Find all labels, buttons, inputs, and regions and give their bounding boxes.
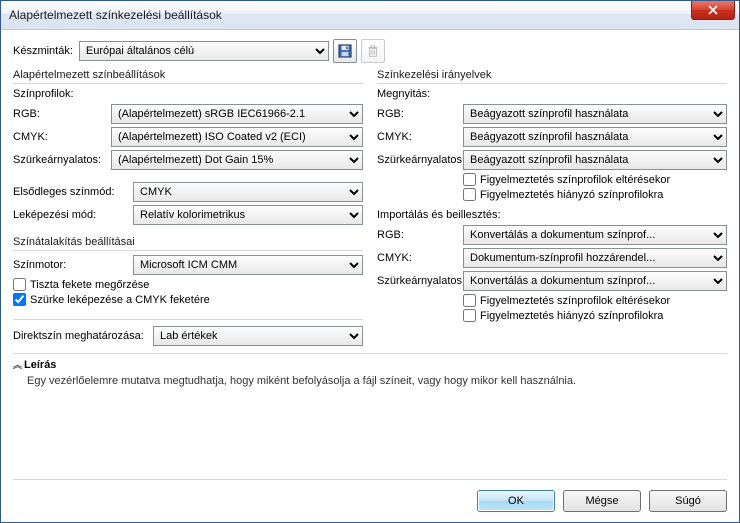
cmyk-label: CMYK: (377, 252, 463, 264)
open-gray-combo[interactable]: Beágyazott színprofil használata (463, 150, 727, 170)
rgb-label: RGB: (13, 108, 111, 120)
description-title: Leírás (24, 359, 56, 371)
rgb-label: RGB: (377, 229, 463, 241)
open-warn-missing-label: Figyelmeztetés hiányzó színprofilokra (480, 189, 663, 201)
open-gray-row: Szürkeárnyalatos: Beágyazott színprofil … (377, 150, 727, 170)
render-intent-combo[interactable]: Relatív kolorimetrikus (133, 205, 363, 225)
group-policies: Színkezelési irányelvek Megnyitás: RGB: … (377, 69, 727, 324)
dialog-content: Készminták: Európai általános célú Alapé… (1, 29, 739, 522)
cancel-button[interactable]: Mégse (563, 490, 641, 512)
chevron-up-icon: ︽ (13, 358, 20, 371)
render-label: Leképezési mód: (13, 209, 133, 221)
description-header[interactable]: ︽ Leírás (13, 358, 727, 371)
gray-profile-combo[interactable]: (Alapértelmezett) Dot Gain 15% (111, 150, 363, 170)
dialog-window: Alapértelmezett színkezelési beállítások… (0, 0, 740, 523)
imp-warn-mismatch-input[interactable] (463, 294, 476, 307)
floppy-icon (338, 44, 352, 58)
save-preset-button[interactable] (333, 39, 357, 63)
group-title: Alapértelmezett színbeállítások (13, 69, 363, 84)
right-column: Színkezelési irányelvek Megnyitás: RGB: … (377, 69, 727, 349)
open-rgb-combo[interactable]: Beágyazott színprofil használata (463, 104, 727, 124)
primary-mode-combo[interactable]: CMYK (133, 182, 363, 202)
map-gray-check[interactable]: Szürke leképezése a CMYK feketére (13, 293, 363, 306)
cmyk-profile-combo[interactable]: (Alapértelmezett) ISO Coated v2 (ECI) (111, 127, 363, 147)
columns: Alapértelmezett színbeállítások Színprof… (13, 69, 727, 349)
open-cmyk-row: CMYK: Beágyazott színprofil használata (377, 127, 727, 147)
imp-cmyk-row: CMYK: Dokumentum-színprofil hozzárendel.… (377, 248, 727, 268)
spot-combo[interactable]: Lab értékek (153, 326, 363, 346)
primary-mode-label: Elsődleges színmód: (13, 186, 133, 198)
open-warn-mismatch-input[interactable] (463, 173, 476, 186)
engine-label: Színmotor: (13, 259, 133, 271)
open-cmyk-combo[interactable]: Beágyazott színprofil használata (463, 127, 727, 147)
ok-button[interactable]: OK (477, 490, 555, 512)
rgb-label: RGB: (377, 108, 463, 120)
imp-warn-missing-label: Figyelmeztetés hiányzó színprofilokra (480, 310, 663, 322)
preset-combo[interactable]: Európai általános célú (79, 41, 329, 61)
imp-gray-row: Szürkeárnyalatos: Konvertálás a dokument… (377, 271, 727, 291)
imp-warn-missing-input[interactable] (463, 309, 476, 322)
window-title: Alapértelmezett színkezelési beállítások (1, 8, 222, 22)
delete-preset-button (361, 39, 385, 63)
open-rgb-row: RGB: Beágyazott színprofil használata (377, 104, 727, 124)
imp-warn-missing-check[interactable]: Figyelmeztetés hiányzó színprofilokra (463, 309, 727, 322)
open-warn-mismatch-label: Figyelmeztetés színprofilok eltérésekor (480, 174, 670, 186)
open-warn-missing-check[interactable]: Figyelmeztetés hiányzó színprofilokra (463, 188, 727, 201)
group-color-conversion: Színátalakítás beállításai Színmotor: Mi… (13, 236, 363, 308)
open-warn-missing-input[interactable] (463, 188, 476, 201)
left-column: Alapértelmezett színbeállítások Színprof… (13, 69, 363, 349)
open-warn-mismatch-check[interactable]: Figyelmeztetés színprofilok eltérésekor (463, 173, 727, 186)
spot-label: Direktszín meghatározása: (13, 330, 153, 342)
render-intent-row: Leképezési mód: Relatív kolorimetrikus (13, 205, 363, 225)
close-button[interactable] (691, 1, 735, 20)
titlebar: Alapértelmezett színkezelési beállítások (1, 1, 739, 30)
gray-label: Szürkeárnyalatos: (377, 154, 463, 166)
imp-warn-mismatch-label: Figyelmeztetés színprofilok eltérésekor (480, 295, 670, 307)
primary-mode-row: Elsődleges színmód: CMYK (13, 182, 363, 202)
map-gray-input[interactable] (13, 293, 26, 306)
rgb-profile-combo[interactable]: (Alapértelmezett) sRGB IEC61966-2.1 (111, 104, 363, 124)
map-gray-label: Szürke leképezése a CMYK feketére (30, 294, 210, 306)
import-head: Importálás és beillesztés: (377, 209, 727, 221)
rgb-profile-row: RGB: (Alapértelmezett) sRGB IEC61966-2.1 (13, 104, 363, 124)
imp-cmyk-combo[interactable]: Dokumentum-színprofil hozzárendel... (463, 248, 727, 268)
engine-combo[interactable]: Microsoft ICM CMM (133, 255, 363, 275)
trash-icon (366, 44, 380, 58)
help-button[interactable]: Súgó (649, 490, 727, 512)
preset-label: Készminták: (13, 45, 73, 57)
group-title: Színkezelési irányelvek (377, 69, 727, 84)
profiles-head: Színprofilok: (13, 88, 363, 100)
close-icon (708, 5, 718, 15)
preserve-black-input[interactable] (13, 278, 26, 291)
gray-label: Szürkeárnyalatos: (377, 275, 463, 287)
cmyk-profile-row: CMYK: (Alapértelmezett) ISO Coated v2 (E… (13, 127, 363, 147)
imp-gray-combo[interactable]: Konvertálás a dokumentum színprof... (463, 271, 727, 291)
imp-rgb-row: RGB: Konvertálás a dokumentum színprof..… (377, 225, 727, 245)
gray-label: Szürkeárnyalatos: (13, 154, 111, 166)
group-title: Színátalakítás beállításai (13, 236, 363, 251)
cmyk-label: CMYK: (13, 131, 111, 143)
preserve-black-check[interactable]: Tiszta fekete megőrzése (13, 278, 363, 291)
open-head: Megnyitás: (377, 88, 727, 100)
imp-rgb-combo[interactable]: Konvertálás a dokumentum színprof... (463, 225, 727, 245)
engine-row: Színmotor: Microsoft ICM CMM (13, 255, 363, 275)
preserve-black-label: Tiszta fekete megőrzése (30, 279, 149, 291)
button-bar: OK Mégse Súgó (13, 479, 727, 512)
cmyk-label: CMYK: (377, 131, 463, 143)
preset-row: Készminták: Európai általános célú (13, 39, 727, 63)
imp-warn-mismatch-check[interactable]: Figyelmeztetés színprofilok eltérésekor (463, 294, 727, 307)
gray-profile-row: Szürkeárnyalatos: (Alapértelmezett) Dot … (13, 150, 363, 170)
spot-row: Direktszín meghatározása: Lab értékek (13, 319, 363, 346)
group-default-color-settings: Alapértelmezett színbeállítások Színprof… (13, 69, 363, 228)
description-text: Egy vezérlőelemre mutatva megtudhatja, h… (27, 375, 727, 387)
